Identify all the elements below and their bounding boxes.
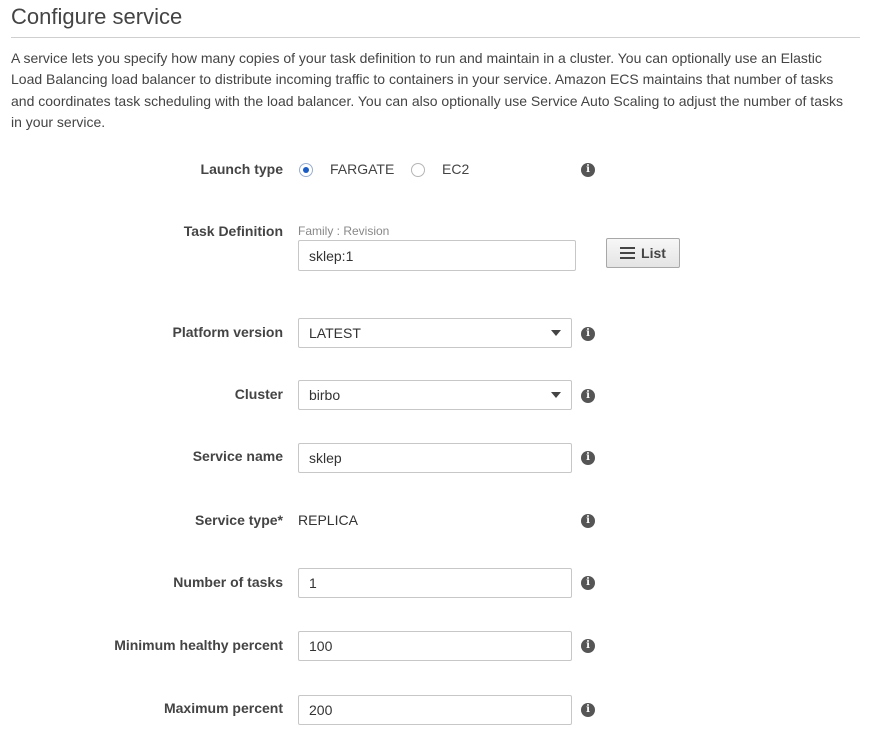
platform-version-select[interactable]: LATEST — [298, 318, 572, 348]
minimum-healthy-percent-input[interactable] — [298, 631, 572, 661]
title-divider — [11, 37, 860, 38]
list-button[interactable]: List — [606, 238, 680, 268]
info-icon[interactable]: i — [581, 327, 595, 341]
info-icon[interactable]: i — [581, 163, 595, 177]
cluster-select[interactable]: birbo — [298, 380, 572, 410]
service-type-value: REPLICA — [298, 512, 358, 528]
task-definition-hint: Family : Revision — [298, 224, 390, 238]
service-type-label: Service type* — [195, 512, 283, 528]
task-definition-label: Task Definition — [183, 223, 283, 239]
launch-type-label: Launch type — [200, 161, 283, 177]
platform-version-value: LATEST — [309, 325, 361, 341]
info-icon[interactable]: i — [581, 576, 595, 590]
launch-type-ec2-label[interactable]: EC2 — [442, 161, 469, 177]
maximum-percent-input[interactable] — [298, 695, 572, 725]
info-icon[interactable]: i — [581, 514, 595, 528]
info-icon[interactable]: i — [581, 389, 595, 403]
list-button-label: List — [641, 245, 666, 261]
number-of-tasks-input[interactable] — [298, 568, 572, 598]
maximum-percent-label: Maximum percent — [163, 700, 283, 716]
minimum-healthy-percent-label: Minimum healthy percent — [114, 637, 283, 653]
cluster-label: Cluster — [234, 386, 283, 402]
info-icon[interactable]: i — [581, 703, 595, 717]
launch-type-fargate-radio[interactable] — [299, 163, 313, 177]
task-definition-input[interactable] — [298, 240, 576, 271]
info-icon[interactable]: i — [581, 451, 595, 465]
launch-type-fargate-label[interactable]: FARGATE — [330, 161, 394, 177]
page-title: Configure service — [11, 4, 183, 29]
number-of-tasks-label: Number of tasks — [173, 574, 283, 590]
caret-down-icon — [551, 392, 561, 398]
service-name-label: Service name — [192, 448, 283, 464]
platform-version-label: Platform version — [172, 324, 283, 340]
info-icon[interactable]: i — [581, 639, 595, 653]
cluster-value: birbo — [309, 387, 341, 403]
page-description: A service lets you specify how many copi… — [11, 50, 843, 131]
service-name-input[interactable] — [298, 443, 572, 473]
list-icon — [620, 247, 636, 259]
caret-down-icon — [551, 330, 561, 336]
launch-type-ec2-radio[interactable] — [411, 163, 425, 177]
